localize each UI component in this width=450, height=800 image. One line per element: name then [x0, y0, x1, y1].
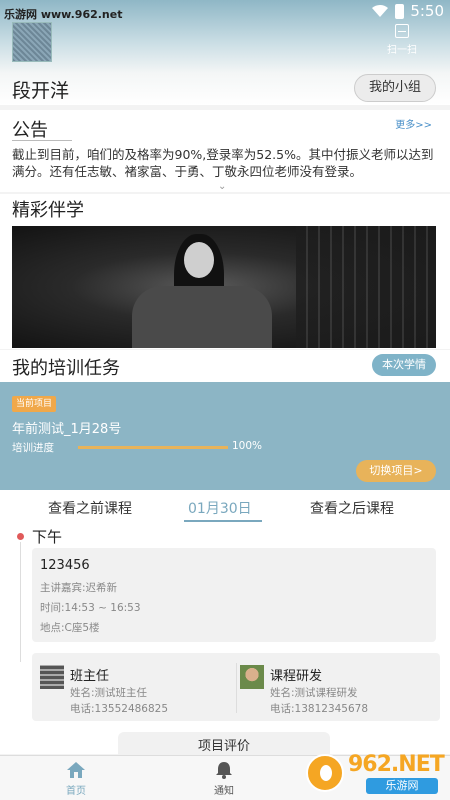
date-tabs: 查看之前课程 01月30日 查看之后课程 — [0, 490, 450, 524]
contact-name: 姓名:测试课程研发 — [270, 687, 358, 699]
logo-subtext: 乐游网 — [366, 778, 438, 794]
contact-head-teacher[interactable]: 班主任 姓名:测试班主任 电话:13552486825 — [40, 663, 230, 715]
logo-text: 962.NET — [348, 752, 445, 777]
contact-course-dev[interactable]: 课程研发 姓名:测试课程研发 电话:13812345678 — [240, 663, 430, 715]
course-location: 地点:C座5楼 — [40, 622, 100, 634]
wifi-icon — [372, 4, 389, 17]
banner-figure-body — [132, 286, 272, 348]
announcement-section: 公告 更多>> 截止到目前，咱们的及格率为90%,登录率为52.5%。其中付振义… — [0, 110, 450, 192]
training-header: 我的培训任务 本次学情 — [0, 350, 450, 382]
timeline-line — [20, 542, 21, 662]
contact-role: 课程研发 — [270, 669, 323, 684]
title-underline — [12, 140, 72, 141]
battery-icon — [395, 3, 405, 19]
status-icons: 5:50 — [371, 2, 444, 20]
training-title: 我的培训任务 — [12, 358, 120, 379]
tab-previous-courses[interactable]: 查看之前课程 — [48, 498, 132, 518]
nav-notice-label: 通知 — [214, 786, 234, 797]
featured-section: 精彩伴学 — [0, 194, 450, 349]
project-card: 当前项目 年前测试_1月28号 培训进度 100% 切换项目> — [0, 382, 450, 490]
scan-icon — [395, 24, 409, 38]
tab-current-date[interactable]: 01月30日 — [188, 498, 252, 518]
course-card[interactable]: 123456 主讲嘉宾:迟希新 时间:14:53 ~ 16:53 地点:C座5楼 — [32, 548, 436, 642]
progress-bar-fill — [78, 446, 228, 449]
course-title: 123456 — [40, 558, 90, 573]
contact-name: 姓名:测试班主任 — [70, 687, 148, 699]
more-link[interactable]: 更多>> — [395, 116, 432, 131]
contact-phone: 电话:13552486825 — [70, 703, 169, 715]
course-time: 时间:14:53 ~ 16:53 — [40, 602, 141, 614]
timeline-dot — [17, 533, 24, 540]
bell-icon — [216, 762, 232, 779]
project-name: 年前测试_1月28号 — [12, 422, 122, 437]
nav-home-label: 首页 — [66, 786, 86, 797]
schedule-section: 下午 123456 主讲嘉宾:迟希新 时间:14:53 ~ 16:53 地点:C… — [0, 524, 450, 762]
progress-value: 100% — [232, 440, 263, 452]
contacts-card: 班主任 姓名:测试班主任 电话:13552486825 课程研发 姓名:测试课程… — [32, 653, 440, 721]
contact-avatar — [240, 665, 264, 689]
contacts-divider — [236, 663, 237, 713]
contact-avatar — [40, 665, 64, 689]
tab-active-indicator — [184, 520, 262, 522]
featured-banner-image[interactable] — [12, 226, 436, 348]
featured-title: 精彩伴学 — [12, 200, 84, 221]
banner-background — [296, 226, 436, 348]
logo-mark — [306, 754, 344, 792]
avatar[interactable] — [12, 22, 52, 62]
my-group-button[interactable]: 我的小组 — [354, 74, 436, 102]
banner-figure-face — [184, 242, 214, 278]
status-bar: 乐游网 www.962.net 5:50 — [0, 0, 450, 24]
nav-notice[interactable]: 通知 — [194, 760, 254, 797]
period-label: 下午 — [32, 528, 63, 546]
announcement-title: 公告 — [12, 120, 48, 141]
status-time: 5:50 — [410, 2, 444, 20]
header: 乐游网 www.962.net 5:50 扫一扫 段开洋 我的小组 — [0, 0, 450, 105]
contact-phone: 电话:13812345678 — [270, 703, 369, 715]
watermark: 乐游网 www.962.net — [4, 8, 123, 21]
this-term-button[interactable]: 本次学情 — [372, 354, 436, 376]
scan-button[interactable]: 扫一扫 — [380, 24, 424, 56]
announcement-text: 截止到目前，咱们的及格率为90%,登录率为52.5%。其中付振义老师以达到满分。… — [12, 147, 434, 179]
home-icon — [67, 762, 85, 778]
tab-next-courses[interactable]: 查看之后课程 — [310, 498, 394, 518]
site-logo: 962.NET 乐游网 — [306, 752, 445, 796]
username: 段开洋 — [12, 80, 70, 102]
course-speaker: 主讲嘉宾:迟希新 — [40, 582, 118, 594]
progress-bar — [78, 446, 228, 449]
contact-role: 班主任 — [70, 669, 110, 684]
current-project-badge: 当前项目 — [12, 396, 57, 412]
scan-label: 扫一扫 — [387, 45, 417, 56]
chevron-down-icon[interactable]: ⌄ — [218, 181, 226, 192]
nav-home[interactable]: 首页 — [46, 760, 106, 797]
switch-project-button[interactable]: 切换项目> — [356, 460, 436, 482]
progress-label: 培训进度 — [12, 442, 54, 454]
